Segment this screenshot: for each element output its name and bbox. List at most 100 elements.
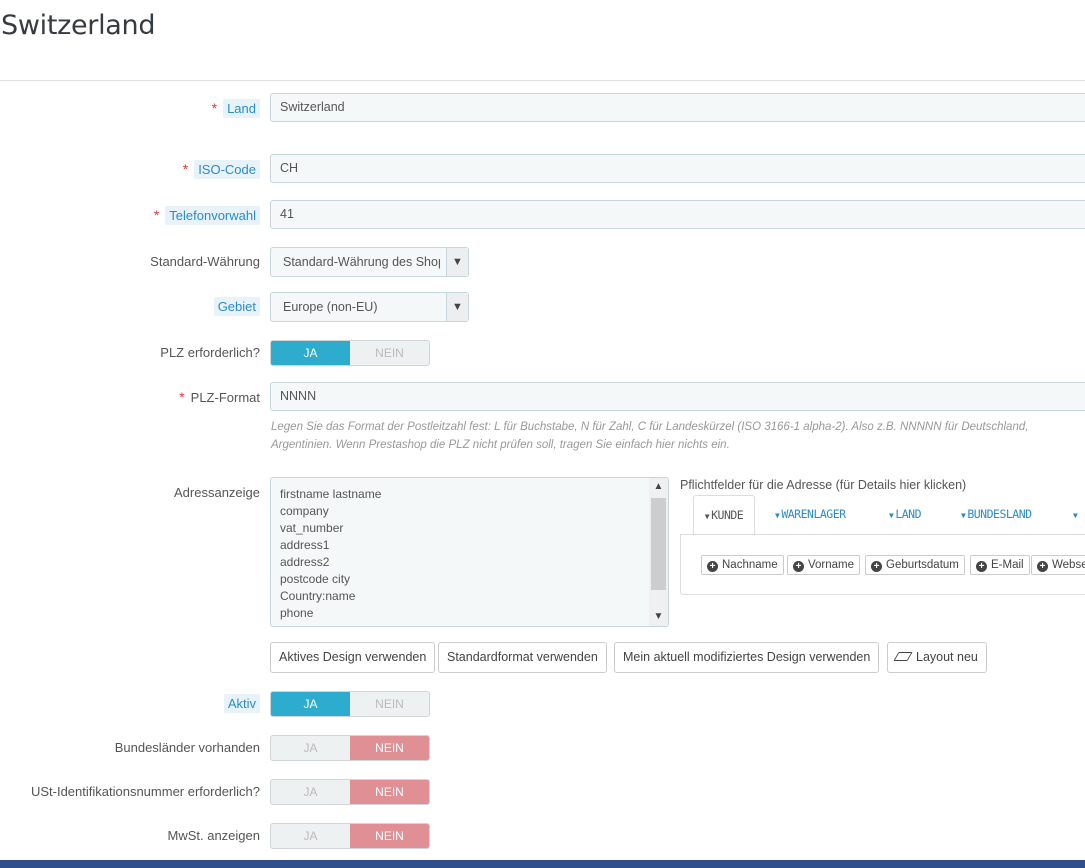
tab-bundesland-label: BUNDESLAND xyxy=(967,507,1032,521)
address-line: Country:name xyxy=(280,589,356,603)
address-line: company xyxy=(280,504,329,518)
required-fields-panel: + Nachname + Vorname + Geburtsdatum + E-Mail… xyxy=(680,534,1085,595)
field-button-label: Nachname xyxy=(722,559,778,571)
states-yes[interactable]: JA xyxy=(271,736,350,760)
field-button-label: E-Mail xyxy=(991,559,1024,571)
zip-format-help-line-1: Legen Sie das Format der Postleitzahl fe… xyxy=(271,421,1029,433)
zip-format-label: * PLZ-Format xyxy=(179,382,260,412)
phone-label-text[interactable]: Telefonvorwahl xyxy=(165,206,260,225)
active-switch[interactable]: JA NEIN xyxy=(270,691,430,717)
plus-circle-icon: + xyxy=(976,561,987,572)
tab-bundesland[interactable]: ▼ BUNDESLAND xyxy=(961,495,1032,533)
use-active-design-button[interactable]: Aktives Design verwenden xyxy=(270,642,436,673)
use-standard-format-button[interactable]: Standardformat verwenden xyxy=(438,642,607,673)
states-label: Bundesländer vorhanden xyxy=(114,740,260,755)
zip-format-help-line-2: Argentinien. Wenn Prestashop die PLZ nic… xyxy=(271,439,730,451)
tab-land-label: LAND xyxy=(895,507,922,521)
field-button-geburtsdatum[interactable]: + Geburtsdatum xyxy=(865,555,965,575)
caret-down-icon: ▼ xyxy=(1073,511,1078,520)
currency-label: Standard-Währung xyxy=(150,254,260,269)
zone-select[interactable]: Europe (non-EU) ▼ xyxy=(270,292,469,322)
land-label-text[interactable]: Land xyxy=(223,99,260,118)
zone-label: Gebiet xyxy=(213,292,260,322)
tab-warenlager[interactable]: ▼ WARENLAGER xyxy=(775,495,846,533)
iso-label: * ISO-Code xyxy=(183,154,260,184)
iso-label-text[interactable]: ISO-Code xyxy=(194,160,260,179)
zip-required-label: PLZ erforderlich? xyxy=(160,345,260,360)
textarea-scrollbar[interactable]: ▲ ▼ xyxy=(649,478,668,626)
field-button-vorname[interactable]: + Vorname xyxy=(787,555,861,575)
footer-bar xyxy=(0,860,1085,868)
land-input[interactable]: Switzerland xyxy=(270,93,1085,122)
address-line: address1 xyxy=(280,538,330,552)
chevron-up-icon[interactable]: ▲ xyxy=(649,478,668,496)
address-line: postcode city xyxy=(280,572,351,586)
tab-kunde[interactable]: ▼ KUNDE xyxy=(693,495,755,536)
address-line: vat_number xyxy=(280,521,344,535)
vat-required-yes[interactable]: JA xyxy=(271,780,350,804)
zip-format-help: Legen Sie das Format der Postleitzahl fe… xyxy=(271,418,1085,454)
address-layout-textarea[interactable]: firstname lastname company vat_number ad… xyxy=(270,477,669,627)
field-button-website[interactable]: + Webse xyxy=(1031,555,1085,575)
currency-select-value: Standard-Währung des Shop xyxy=(283,255,440,269)
plus-circle-icon: + xyxy=(1037,561,1048,572)
zone-label-text[interactable]: Gebiet xyxy=(213,297,260,316)
field-button-label: Vorname xyxy=(808,559,855,571)
active-yes[interactable]: JA xyxy=(271,692,350,716)
phone-label: * Telefonvorwahl xyxy=(154,200,260,230)
zip-required-yes[interactable]: JA xyxy=(271,341,350,365)
show-tax-yes[interactable]: JA xyxy=(271,824,350,848)
address-line: address2 xyxy=(280,555,330,569)
reset-layout-button[interactable]: Layout neu xyxy=(887,642,987,673)
field-button-label: Geburtsdatum xyxy=(886,559,959,571)
required-marker: * xyxy=(179,389,185,405)
page-title: Switzerland xyxy=(1,10,156,41)
tab-more[interactable]: ▼ xyxy=(1073,495,1079,533)
eraser-icon xyxy=(893,652,913,661)
states-switch[interactable]: JA NEIN xyxy=(270,735,430,761)
plus-circle-icon: + xyxy=(707,561,718,572)
chevron-down-icon[interactable]: ▼ xyxy=(649,608,668,626)
show-tax-switch[interactable]: JA NEIN xyxy=(270,823,430,849)
zone-select-value: Europe (non-EU) xyxy=(283,300,378,314)
states-no[interactable]: NEIN xyxy=(350,736,429,760)
zip-format-input[interactable]: NNNN xyxy=(270,382,1085,411)
currency-select[interactable]: Standard-Währung des Shop ▼ xyxy=(270,247,469,277)
required-fields-tabs: ▼ KUNDE ▼ WARENLAGER ▼ LAND ▼ BUNDESLAND ▼ xyxy=(680,495,1085,536)
caret-down-icon: ▼ xyxy=(961,511,966,520)
show-tax-no[interactable]: NEIN xyxy=(350,824,429,848)
active-no[interactable]: NEIN xyxy=(350,692,429,716)
tab-warenlager-label: WARENLAGER xyxy=(781,507,846,521)
field-button-email[interactable]: + E-Mail xyxy=(970,555,1030,575)
address-layout-lines: firstname lastname company vat_number ad… xyxy=(280,486,381,622)
tab-kunde-label: KUNDE xyxy=(711,508,744,522)
required-marker: * xyxy=(153,207,160,223)
active-label-text[interactable]: Aktiv xyxy=(223,694,260,713)
caret-down-icon: ▼ xyxy=(889,511,894,520)
tab-land[interactable]: ▼ LAND xyxy=(889,495,922,533)
reset-layout-label: Layout neu xyxy=(916,650,978,664)
active-label: Aktiv xyxy=(223,689,260,719)
plus-circle-icon: + xyxy=(871,561,882,572)
vat-required-label: USt-Identifikationsnummer erforderlich? xyxy=(30,784,260,799)
show-tax-label: MwSt. anzeigen xyxy=(167,828,261,843)
plus-circle-icon: + xyxy=(793,561,804,572)
required-marker: * xyxy=(211,100,218,116)
zip-required-no[interactable]: NEIN xyxy=(350,341,429,365)
scrollbar-thumb[interactable] xyxy=(651,498,666,590)
required-fields-title[interactable]: Pflichtfelder für die Adresse (für Detai… xyxy=(680,478,966,492)
header-divider xyxy=(0,80,1085,81)
field-button-label: Webse xyxy=(1052,559,1085,571)
use-modified-design-button[interactable]: Mein aktuell modifiziertes Design verwen… xyxy=(614,642,880,673)
land-label: * Land xyxy=(212,93,260,123)
address-line: phone xyxy=(280,606,314,620)
vat-required-no[interactable]: NEIN xyxy=(350,780,429,804)
field-button-nachname[interactable]: + Nachname xyxy=(701,555,784,575)
caret-down-icon: ▼ xyxy=(704,512,710,521)
phone-prefix-input[interactable]: 41 xyxy=(270,200,1085,229)
required-marker: * xyxy=(182,161,189,177)
chevron-down-icon: ▼ xyxy=(446,293,468,321)
vat-required-switch[interactable]: JA NEIN xyxy=(270,779,430,805)
zip-required-switch[interactable]: JA NEIN xyxy=(270,340,430,366)
iso-code-input[interactable]: CH xyxy=(270,154,1085,183)
